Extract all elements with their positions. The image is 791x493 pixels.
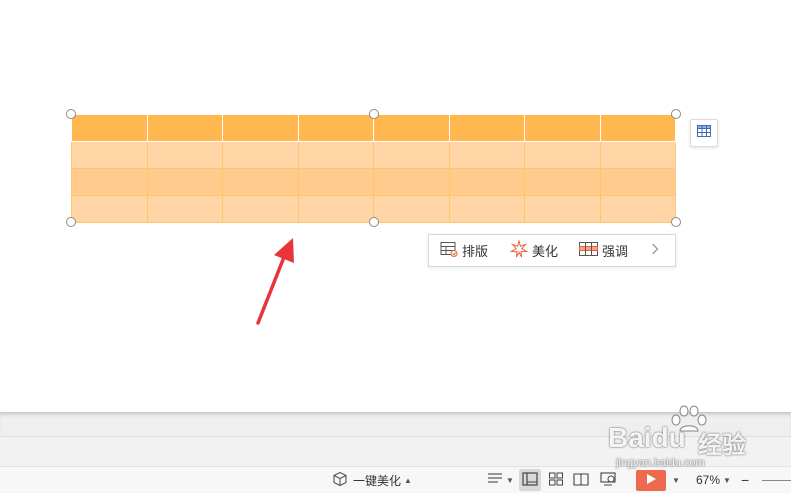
table-cell[interactable] bbox=[373, 168, 450, 196]
table-quick-toolbar: 排版 美化 强调 bbox=[428, 234, 676, 267]
annotation-arrow bbox=[250, 230, 300, 335]
slide-sorter-button[interactable] bbox=[545, 469, 567, 491]
table-cell[interactable] bbox=[524, 141, 601, 169]
table-cell[interactable] bbox=[599, 141, 676, 169]
table-cell[interactable] bbox=[222, 114, 299, 142]
one-click-beautify-label: 一键美化 bbox=[353, 473, 402, 488]
presenter-view-button[interactable] bbox=[597, 469, 619, 491]
book-icon bbox=[573, 472, 589, 489]
zoom-slider[interactable] bbox=[762, 467, 791, 493]
table-cell[interactable] bbox=[599, 114, 676, 142]
table-cell[interactable] bbox=[71, 114, 148, 142]
one-click-beautify-button[interactable]: 一键美化 ▲ bbox=[332, 467, 412, 493]
resize-handle-bottom-center[interactable] bbox=[369, 217, 379, 227]
table-cell[interactable] bbox=[222, 141, 299, 169]
status-bar: 一键美化 ▲ ▼ ▼ 67% ▼ − bbox=[0, 466, 791, 493]
layout-label: 排版 bbox=[462, 244, 489, 259]
resize-handle-bottom-left[interactable] bbox=[66, 217, 76, 227]
play-slideshow-button[interactable] bbox=[636, 470, 666, 491]
table-cell[interactable] bbox=[524, 195, 601, 223]
sparkle-icon bbox=[509, 239, 532, 261]
zoom-slider-track bbox=[762, 479, 791, 481]
resize-handle-top-center[interactable] bbox=[369, 109, 379, 119]
table-cell[interactable] bbox=[71, 168, 148, 196]
minus-icon: − bbox=[741, 472, 750, 488]
presenter-icon bbox=[599, 471, 617, 489]
table-row[interactable] bbox=[71, 141, 676, 169]
table-icon bbox=[697, 124, 711, 142]
resize-handle-top-left[interactable] bbox=[66, 109, 76, 119]
table-cell[interactable] bbox=[373, 141, 450, 169]
table-cell[interactable] bbox=[448, 141, 525, 169]
table-cell[interactable] bbox=[222, 195, 299, 223]
table-cell[interactable] bbox=[524, 114, 601, 142]
layout-button[interactable]: 排版 bbox=[440, 235, 488, 266]
beautify-button[interactable]: 美化 bbox=[509, 235, 559, 266]
table-cell[interactable] bbox=[599, 168, 676, 196]
play-icon bbox=[645, 473, 657, 488]
caret-down-icon: ▼ bbox=[672, 475, 680, 485]
slide-table[interactable] bbox=[71, 114, 676, 223]
beautify-label: 美化 bbox=[532, 244, 559, 259]
table-cell[interactable] bbox=[297, 141, 374, 169]
chevron-right-icon bbox=[651, 243, 663, 258]
caret-up-icon: ▲ bbox=[404, 475, 412, 485]
table-cell[interactable] bbox=[222, 168, 299, 196]
horizontal-scroll-area[interactable] bbox=[0, 412, 791, 437]
table-options-button[interactable] bbox=[690, 119, 718, 147]
more-options-button[interactable] bbox=[651, 235, 663, 266]
table-row[interactable] bbox=[71, 168, 676, 196]
grid-view-icon bbox=[548, 472, 564, 489]
resize-handle-top-right[interactable] bbox=[671, 109, 681, 119]
table-cell[interactable] bbox=[71, 141, 148, 169]
table-cell[interactable] bbox=[71, 195, 148, 223]
caret-down-icon: ▼ bbox=[723, 475, 731, 485]
emphasize-button[interactable]: 强调 bbox=[579, 235, 628, 266]
emphasize-label: 强调 bbox=[602, 244, 629, 259]
zoom-level-value: 67% bbox=[696, 473, 721, 487]
table-cell[interactable] bbox=[297, 114, 374, 142]
notes-toggle-button[interactable]: ▼ bbox=[487, 467, 514, 493]
table-cell[interactable] bbox=[297, 195, 374, 223]
align-lines-icon bbox=[487, 472, 503, 489]
table-cell[interactable] bbox=[373, 114, 450, 142]
table-cell[interactable] bbox=[146, 141, 223, 169]
notes-pane[interactable] bbox=[0, 436, 791, 467]
resize-handle-bottom-right[interactable] bbox=[671, 217, 681, 227]
reading-view-button[interactable] bbox=[570, 469, 592, 491]
table-layout-icon bbox=[440, 241, 462, 260]
table-emphasis-icon bbox=[579, 242, 602, 259]
caret-down-icon: ▼ bbox=[506, 475, 514, 485]
table-cell[interactable] bbox=[146, 195, 223, 223]
table-cell[interactable] bbox=[599, 195, 676, 223]
table-cell[interactable] bbox=[448, 114, 525, 142]
table-cell[interactable] bbox=[297, 168, 374, 196]
cube-icon bbox=[332, 471, 348, 490]
table-cell[interactable] bbox=[448, 168, 525, 196]
table-cell[interactable] bbox=[524, 168, 601, 196]
zoom-level-dropdown[interactable]: 67% ▼ bbox=[696, 467, 731, 493]
zoom-out-button[interactable]: − bbox=[741, 467, 749, 493]
table-cell[interactable] bbox=[146, 114, 223, 142]
table-cell[interactable] bbox=[448, 195, 525, 223]
table-cell[interactable] bbox=[146, 168, 223, 196]
normal-view-icon bbox=[522, 471, 538, 489]
table-cell[interactable] bbox=[373, 195, 450, 223]
play-options-dropdown[interactable]: ▼ bbox=[669, 467, 680, 493]
normal-view-button[interactable] bbox=[519, 469, 541, 491]
